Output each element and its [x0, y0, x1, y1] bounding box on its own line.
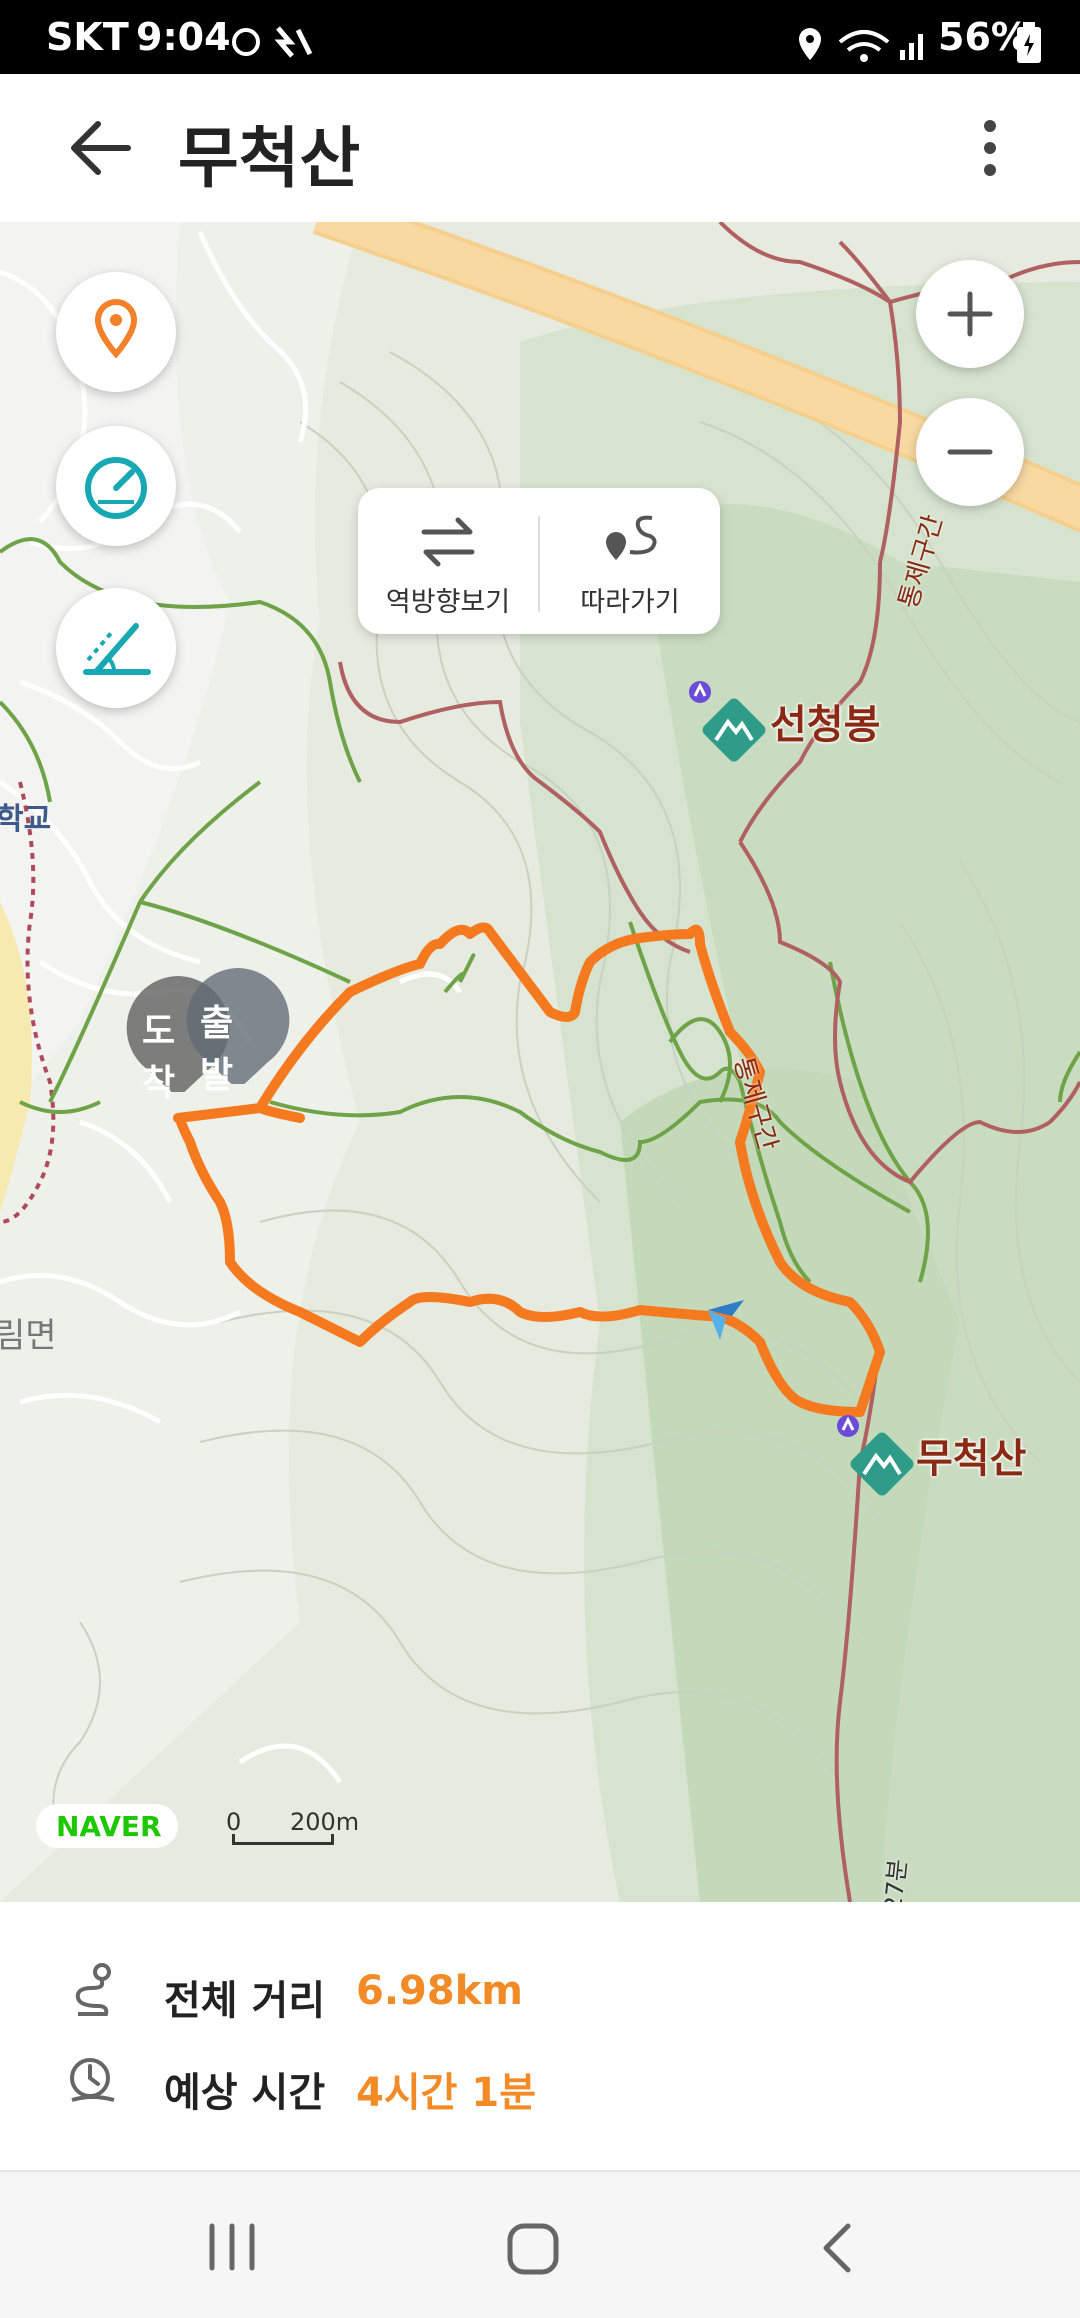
scale-zero: 0: [226, 1808, 242, 1836]
zoom-out-button[interactable]: [916, 398, 1024, 506]
recent-apps-icon[interactable]: [204, 2222, 260, 2272]
peak-label-seoncheongbong: 선청봉: [770, 702, 881, 748]
back-nav-icon[interactable]: [818, 2222, 858, 2278]
peak-label-mucheoksan: 무척산: [916, 1436, 1027, 1482]
map-view[interactable]: 도착 출발 선청봉 무척산 학교 림면 통제구간 통제구간 19분 1.5km …: [0, 222, 1080, 1902]
naver-logo-text: NAVER: [56, 1810, 162, 1843]
home-icon[interactable]: [506, 2222, 562, 2278]
back-arrow-icon[interactable]: [66, 116, 136, 180]
arrival-label: 도착: [142, 1011, 176, 1104]
carrier-label: SKT: [46, 15, 129, 59]
more-options-icon[interactable]: [968, 116, 1012, 180]
route-distance-icon: [75, 1963, 111, 2016]
signal-icons: [799, 28, 923, 62]
scale-distance: 200m: [290, 1808, 360, 1836]
clock: 9:04: [136, 15, 231, 59]
scale-bar: [232, 1834, 334, 1845]
time-label: 예상 시간: [164, 2070, 326, 2116]
reverse-arrows-icon: [421, 517, 475, 567]
map-label-school: 학교: [0, 802, 52, 837]
distance-label: 전체 거리: [164, 1978, 326, 2024]
elevation-profile-button[interactable]: [56, 588, 176, 708]
notification-icons: [232, 26, 313, 58]
follow-route-label: 따라가기: [580, 587, 680, 618]
reverse-direction-label: 역방향보기: [385, 587, 511, 618]
speedometer-icon: [85, 457, 147, 519]
naver-logo: NAVER: [36, 1804, 178, 1848]
departure-label: 출발: [200, 1003, 234, 1096]
time-estimate-icon: [70, 2058, 115, 2102]
system-nav-bar: [0, 2170, 1080, 2318]
time-value: 4시간 1분: [356, 2070, 536, 2116]
map-label-town: 림면: [0, 1316, 57, 1356]
page-title: 무척산: [178, 120, 361, 197]
status-bar: SKT 9:04 56%: [0, 0, 1080, 74]
distance-value: 6.98km: [356, 1968, 523, 2014]
slope-icon: [83, 623, 151, 675]
route-mode-bar: 역방향보기 따라가기: [358, 488, 720, 634]
minus-icon: [947, 449, 993, 455]
current-location-button[interactable]: [56, 272, 176, 392]
location-pin-icon: [94, 298, 138, 359]
route-info-panel: 전체 거리 6.98km 예상 시간 4시간 1분: [0, 1902, 1080, 2170]
app-bar: [0, 74, 1080, 222]
speed-gauge-button[interactable]: [56, 426, 176, 546]
follow-route-icon: [606, 515, 657, 560]
plus-icon: [947, 291, 993, 337]
zoom-in-button[interactable]: [916, 260, 1024, 368]
follow-route-button[interactable]: 따라가기: [540, 488, 720, 634]
battery-icon: [1017, 22, 1041, 63]
reverse-direction-button[interactable]: 역방향보기: [358, 488, 538, 634]
